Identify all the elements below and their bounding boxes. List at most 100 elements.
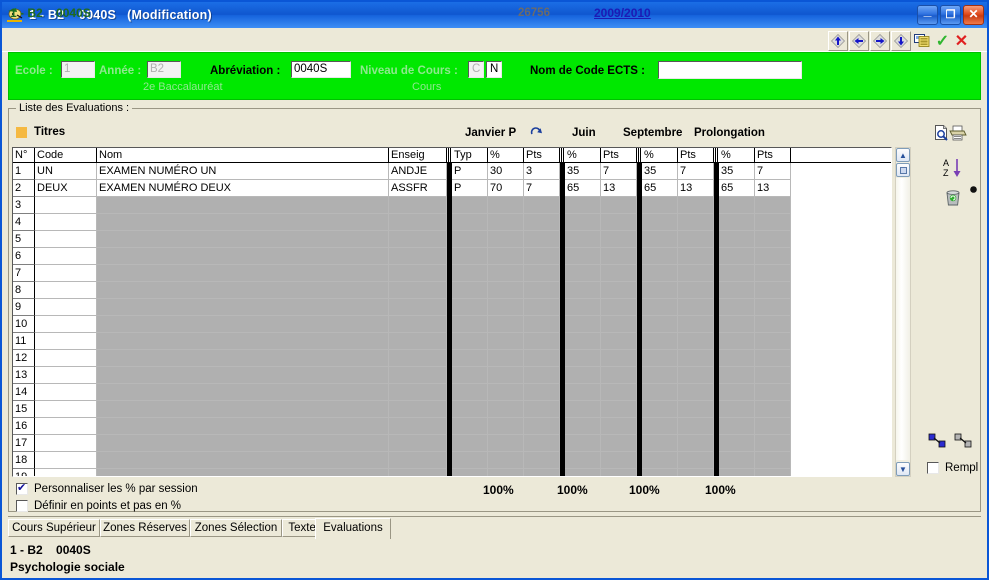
table-row[interactable]: 7 [13,265,891,282]
cell-code[interactable] [35,384,97,401]
cell-pt1[interactable] [524,248,560,265]
cell-ens[interactable] [389,401,447,418]
print-button[interactable] [949,125,967,144]
row-number[interactable]: 3 [13,197,35,214]
minimize-button[interactable]: _ [917,2,938,25]
cell-nom[interactable] [97,350,389,367]
cell-p4[interactable]: 65 [719,180,755,197]
cell-code[interactable] [35,299,97,316]
cell-p2[interactable] [565,333,601,350]
cell-nom[interactable] [97,197,389,214]
table-row[interactable]: 13 [13,367,891,384]
cell-pt3[interactable]: 7 [678,163,714,180]
cell-p2[interactable] [565,265,601,282]
cell-pt1[interactable] [524,367,560,384]
cell-p1[interactable] [488,452,524,469]
cell-p4[interactable] [719,231,755,248]
ects-field[interactable] [658,61,802,79]
cell-pt3[interactable] [678,452,714,469]
cell-pt3[interactable] [678,384,714,401]
cell-p4[interactable] [719,384,755,401]
refresh-icon[interactable] [529,126,543,142]
cell-pt2[interactable] [601,316,637,333]
evaluations-grid[interactable]: N° Code Nom Enseig Typ% Pts% Pts% Pts% Pts 1 UN EX… [12,147,892,477]
print-preview-button[interactable] [934,125,950,144]
scroll-down-button[interactable]: ▼ [896,462,910,476]
cell-p1[interactable] [488,282,524,299]
validate-button[interactable]: ✓ [933,31,952,51]
cell-code[interactable] [35,350,97,367]
grid-column-header-pt1[interactable]: Pts [524,148,560,162]
cell-pt4[interactable] [755,316,791,333]
cell-code[interactable] [35,231,97,248]
cell-pt1[interactable]: 7 [524,180,560,197]
table-row[interactable]: 4 [13,214,891,231]
cell-pt2[interactable] [601,401,637,418]
cell-code[interactable] [35,418,97,435]
cell-typ[interactable] [452,350,488,367]
cell-pt3[interactable]: 13 [678,180,714,197]
cell-typ[interactable] [452,333,488,350]
row-number[interactable]: 18 [13,452,35,469]
cell-nom[interactable] [97,265,389,282]
cell-p4[interactable] [719,316,755,333]
cell-pt4[interactable] [755,214,791,231]
row-number[interactable]: 19 [13,469,35,476]
cell-typ[interactable] [452,214,488,231]
cell-p2[interactable] [565,435,601,452]
cell-ens[interactable] [389,452,447,469]
cell-pt4[interactable] [755,265,791,282]
cell-p2[interactable] [565,214,601,231]
cell-p4[interactable] [719,350,755,367]
personnaliser-checkbox-row[interactable]: Personnaliser les % par session [16,481,198,495]
cell-pt4[interactable] [755,384,791,401]
cell-typ[interactable] [452,367,488,384]
cell-pt3[interactable] [678,248,714,265]
cell-p1[interactable] [488,333,524,350]
cell-nom[interactable] [97,333,389,350]
cell-pt1[interactable] [524,299,560,316]
cell-pt1[interactable] [524,401,560,418]
cell-p1[interactable] [488,214,524,231]
cell-p2[interactable]: 65 [565,180,601,197]
cell-p2[interactable] [565,197,601,214]
cell-p3[interactable] [642,401,678,418]
cell-p2[interactable] [565,282,601,299]
cell-p2[interactable] [565,231,601,248]
cell-pt1[interactable]: 3 [524,163,560,180]
grid-column-header-p4[interactable]: % [719,148,755,162]
cell-pt4[interactable] [755,452,791,469]
grid-column-header-pt4[interactable]: Pts [755,148,791,162]
cell-p2[interactable] [565,452,601,469]
cell-p1[interactable] [488,401,524,418]
niveau-code-field[interactable]: C [468,61,484,78]
cell-pt3[interactable] [678,265,714,282]
cell-p1[interactable] [488,231,524,248]
cell-ens[interactable] [389,469,447,476]
tab-zones-s-lection[interactable]: Zones Sélection [190,519,282,537]
cell-typ[interactable] [452,231,488,248]
cell-p4[interactable] [719,401,755,418]
cell-p3[interactable] [642,316,678,333]
row-number[interactable]: 11 [13,333,35,350]
table-row[interactable]: 16 [13,418,891,435]
nav-first-button[interactable] [828,31,848,51]
cell-pt2[interactable] [601,469,637,476]
table-row[interactable]: 14 [13,384,891,401]
row-number[interactable]: 4 [13,214,35,231]
row-number[interactable]: 5 [13,231,35,248]
cell-pt4[interactable] [755,333,791,350]
cell-typ[interactable] [452,282,488,299]
cell-p3[interactable] [642,350,678,367]
cell-code[interactable] [35,367,97,384]
cell-pt4[interactable] [755,299,791,316]
cell-p4[interactable]: 35 [719,163,755,180]
cell-p3[interactable] [642,231,678,248]
table-row[interactable]: 11 [13,333,891,350]
cell-ens[interactable] [389,248,447,265]
nav-next-button[interactable] [870,31,890,51]
cell-code[interactable] [35,452,97,469]
cell-nom[interactable] [97,384,389,401]
cell-p3[interactable] [642,418,678,435]
cell-pt2[interactable] [601,367,637,384]
